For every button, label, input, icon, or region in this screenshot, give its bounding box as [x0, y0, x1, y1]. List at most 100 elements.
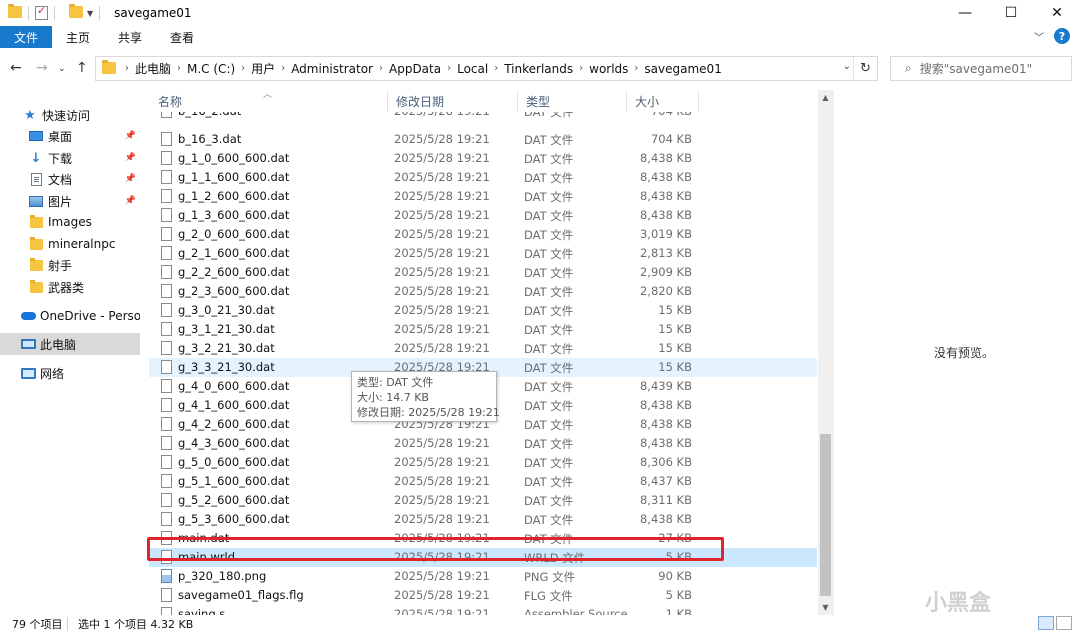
file-icon: [161, 284, 172, 298]
file-row[interactable]: g_4_3_600_600.dat 2025/5/28 19:21 DAT 文件 8,…: [149, 434, 817, 453]
address-dropdown-icon[interactable]: ⌄: [843, 61, 851, 72]
vertical-scrollbar[interactable]: ▲ ▼: [818, 90, 833, 615]
column-header-size[interactable]: 大小: [626, 90, 698, 112]
sidebar-item-quick-access[interactable]: ★ 快速访问: [0, 104, 140, 126]
recent-locations-icon[interactable]: ⌄: [58, 64, 66, 74]
back-arrow-icon[interactable]: ←: [10, 60, 22, 76]
file-row[interactable]: g_5_3_600_600.dat 2025/5/28 19:21 DAT 文件 8,…: [149, 510, 817, 529]
address-bar[interactable]: › 此电脑 › M.C (C:) › 用户 › Administrator › …: [95, 56, 878, 81]
close-button[interactable]: ✕: [1034, 0, 1080, 26]
file-row[interactable]: g_2_3_600_600.dat 2025/5/28 19:21 DAT 文件 2,…: [149, 282, 817, 301]
sidebar-item-network[interactable]: 网络: [0, 362, 140, 384]
breadcrumb-chevron-icon[interactable]: ›: [631, 63, 641, 74]
sidebar-item-downloads[interactable]: ↓ 下载 📌: [0, 147, 140, 169]
folder-icon: [28, 279, 44, 294]
sidebar-item-documents[interactable]: 文档 📌: [0, 168, 140, 190]
scrollbar-thumb[interactable]: [820, 434, 831, 596]
file-row[interactable]: g_3_2_21_30.dat 2025/5/28 19:21 DAT 文件 15 K…: [149, 339, 817, 358]
file-row[interactable]: g_1_2_600_600.dat 2025/5/28 19:21 DAT 文件 8,…: [149, 187, 817, 206]
folder-icon: [28, 257, 44, 272]
file-icon: [161, 265, 172, 279]
breadcrumb-tinkerlands[interactable]: Tinkerlands: [501, 62, 576, 76]
forward-arrow-icon[interactable]: →: [36, 60, 48, 76]
file-name: g_5_3_600_600.dat: [178, 512, 290, 526]
properties-icon[interactable]: [35, 4, 48, 20]
tab-home[interactable]: 主页: [52, 26, 104, 48]
sidebar-item-shooter[interactable]: 射手: [0, 254, 140, 276]
breadcrumb-administrator[interactable]: Administrator: [288, 62, 376, 76]
column-header-type[interactable]: 类型: [517, 90, 626, 112]
sidebar-item-images[interactable]: Images: [0, 211, 140, 233]
sidebar-item-pictures[interactable]: 图片 📌: [0, 190, 140, 212]
file-row[interactable]: g_1_0_600_600.dat 2025/5/28 19:21 DAT 文件 8,…: [149, 149, 817, 168]
help-icon[interactable]: ?: [1054, 28, 1070, 44]
breadcrumb-drive[interactable]: M.C (C:): [184, 62, 238, 76]
minimize-button[interactable]: —: [942, 0, 988, 26]
file-row[interactable]: g_1_1_600_600.dat 2025/5/28 19:21 DAT 文件 8,…: [149, 168, 817, 187]
sidebar-item-this-pc[interactable]: 此电脑: [0, 333, 140, 355]
breadcrumb-users[interactable]: 用户: [248, 60, 278, 77]
file-row[interactable]: saving.s 2025/5/28 19:21 Assembler Source 1…: [149, 605, 817, 615]
scroll-up-icon[interactable]: ▲: [818, 90, 833, 105]
file-row[interactable]: g_5_2_600_600.dat 2025/5/28 19:21 DAT 文件 8,…: [149, 491, 817, 510]
breadcrumb-chevron-icon[interactable]: ›: [444, 63, 454, 74]
file-row[interactable]: g_5_0_600_600.dat 2025/5/28 19:21 DAT 文件 8,…: [149, 453, 817, 472]
breadcrumb-worlds[interactable]: worlds: [586, 62, 631, 76]
column-header-date[interactable]: 修改日期: [387, 90, 517, 112]
file-type: DAT 文件: [524, 209, 574, 223]
file-row[interactable]: g_2_1_600_600.dat 2025/5/28 19:21 DAT 文件 2,…: [149, 244, 817, 263]
breadcrumb-chevron-icon[interactable]: ›: [174, 63, 184, 74]
search-input[interactable]: 搜索"savegame01": [920, 60, 1032, 77]
breadcrumb-chevron-icon[interactable]: ›: [238, 63, 248, 74]
sidebar-item-mineralnpc[interactable]: mineralnpc: [0, 233, 140, 255]
new-folder-icon[interactable]: [69, 4, 83, 20]
ribbon-expand-icon[interactable]: ﹀: [1034, 29, 1044, 44]
breadcrumb-chevron-icon[interactable]: ›: [122, 63, 132, 74]
sidebar-item-weapons[interactable]: 武器类: [0, 276, 140, 298]
breadcrumb-chevron-icon[interactable]: ›: [278, 63, 288, 74]
ribbon-tabs: 文件 主页 共享 查看 ﹀ ?: [0, 26, 1080, 48]
sidebar-item-onedrive[interactable]: OneDrive - Personal: [0, 305, 140, 327]
breadcrumb-chevron-icon[interactable]: ›: [376, 63, 386, 74]
file-type: DAT 文件: [524, 437, 574, 451]
file-row[interactable]: g_1_3_600_600.dat 2025/5/28 19:21 DAT 文件 8,…: [149, 206, 817, 225]
up-arrow-icon[interactable]: ↑: [76, 60, 88, 76]
breadcrumb-savegame01[interactable]: savegame01: [641, 62, 724, 76]
refresh-icon[interactable]: ↻: [853, 57, 877, 80]
file-size: 8,438 KB: [639, 398, 692, 412]
breadcrumb-local[interactable]: Local: [454, 62, 491, 76]
file-row[interactable]: g_2_2_600_600.dat 2025/5/28 19:21 DAT 文件 2,…: [149, 263, 817, 282]
tab-share[interactable]: 共享: [104, 26, 156, 48]
file-row[interactable]: g_3_0_21_30.dat 2025/5/28 19:21 DAT 文件 15 K…: [149, 301, 817, 320]
quick-access-dropdown-icon[interactable]: ▼: [87, 9, 93, 18]
file-row[interactable]: g_3_1_21_30.dat 2025/5/28 19:21 DAT 文件 15 K…: [149, 320, 817, 339]
file-row[interactable]: g_5_1_600_600.dat 2025/5/28 19:21 DAT 文件 8,…: [149, 472, 817, 491]
tab-view[interactable]: 查看: [156, 26, 208, 48]
file-name: g_5_0_600_600.dat: [178, 455, 290, 469]
breadcrumb-chevron-icon[interactable]: ›: [576, 63, 586, 74]
details-view-icon[interactable]: [1038, 616, 1054, 630]
file-row[interactable]: p_320_180.png 2025/5/28 19:21 PNG 文件 90 KB: [149, 567, 817, 586]
maximize-button[interactable]: ☐: [988, 0, 1034, 26]
breadcrumb-chevron-icon[interactable]: ›: [491, 63, 501, 74]
scroll-down-icon[interactable]: ▼: [818, 600, 833, 615]
file-type: DAT 文件: [524, 475, 574, 489]
sidebar-item-desktop[interactable]: 桌面 📌: [0, 125, 140, 147]
file-row[interactable]: g_2_0_600_600.dat 2025/5/28 19:21 DAT 文件 3,…: [149, 225, 817, 244]
folder-icon: [8, 4, 22, 20]
address-row: ← → ⌄ ↑ › 此电脑 › M.C (C:) › 用户 › Administ…: [0, 56, 1080, 82]
file-row[interactable]: savegame01_flags.flg 2025/5/28 19:21 FLG 文…: [149, 586, 817, 605]
file-row[interactable]: b_16_3.dat 2025/5/28 19:21 DAT 文件 704 KB: [149, 130, 817, 149]
tab-file[interactable]: 文件: [0, 26, 53, 48]
search-box[interactable]: ⌕ 搜索"savegame01": [890, 56, 1072, 81]
file-date: 2025/5/28 19:21: [394, 132, 490, 146]
breadcrumb-this-pc[interactable]: 此电脑: [132, 60, 174, 77]
file-date: 2025/5/28 19:21: [394, 436, 490, 450]
breadcrumb-appdata[interactable]: AppData: [386, 62, 444, 76]
file-name: g_5_2_600_600.dat: [178, 493, 290, 507]
column-header-name[interactable]: 名称 ︿: [149, 90, 387, 112]
file-type: DAT 文件: [524, 304, 574, 318]
large-icons-view-icon[interactable]: [1056, 616, 1072, 630]
watermark-logo: 小黑盒: [925, 591, 992, 616]
folder-icon: [28, 214, 44, 229]
